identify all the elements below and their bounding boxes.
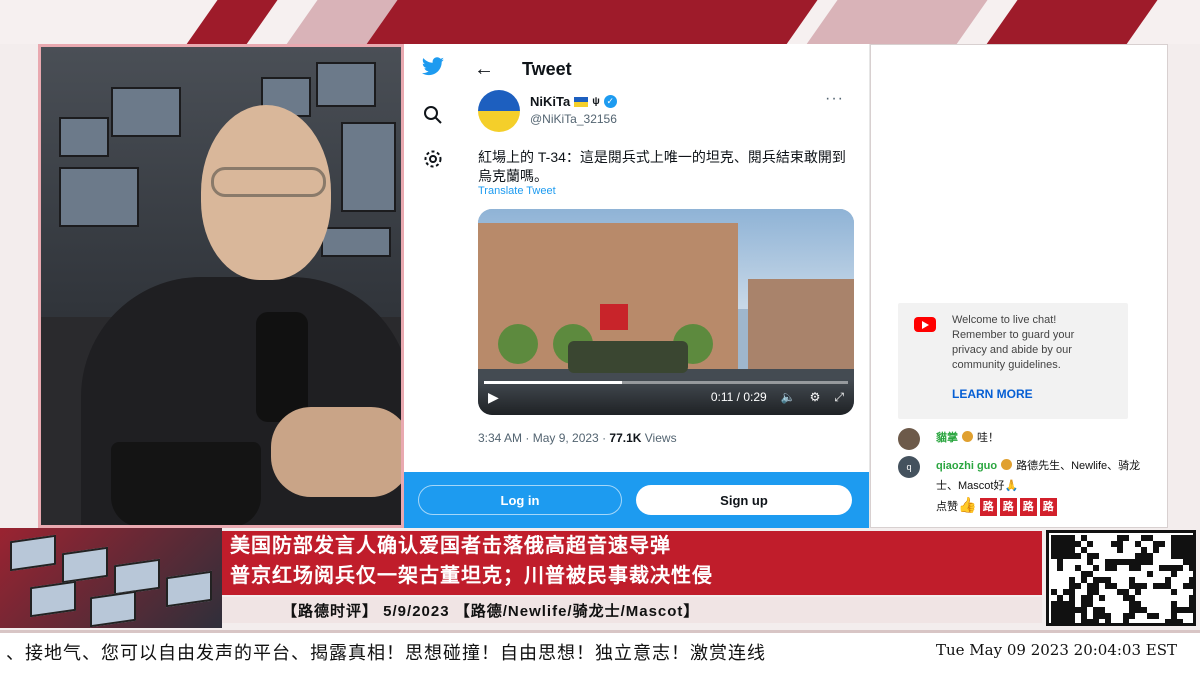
more-icon[interactable]: ··· bbox=[825, 90, 844, 108]
stream-frame: ← Tweet NiKiTa ψ ✓ @NiKiTa_32156 ··· 紅場上… bbox=[0, 0, 1200, 675]
gear-icon[interactable] bbox=[420, 146, 446, 172]
tweet-header: ← Tweet bbox=[474, 54, 572, 84]
studio-graphic bbox=[0, 528, 222, 628]
chat-text: 哇！ bbox=[977, 432, 999, 444]
custom-emoji: 路 bbox=[999, 498, 1017, 516]
tweet-meta: 3:34 AM · May 9, 2023 · 77.1K Views bbox=[478, 431, 677, 445]
volume-icon[interactable]: 🔈 bbox=[781, 390, 796, 404]
custom-emoji: 路 bbox=[1019, 498, 1037, 516]
host-camera-feed bbox=[38, 44, 404, 528]
play-icon[interactable]: ▶ bbox=[488, 389, 499, 406]
learn-more-link[interactable]: LEARN MORE bbox=[952, 387, 1033, 401]
thumbs-up-icon: 👍 bbox=[958, 497, 977, 514]
custom-emoji: 路 bbox=[1039, 498, 1057, 516]
tweet-text: 紅場上的 T-34：這是閱兵式上唯一的坦克、閱兵結束敢開到烏克蘭嗎。 bbox=[478, 149, 846, 184]
back-arrow-icon[interactable]: ← bbox=[474, 58, 494, 81]
login-bar: Log in Sign up bbox=[404, 472, 869, 528]
chat-author[interactable]: 貓掌 bbox=[936, 432, 958, 444]
chat-author[interactable]: qiaozhi guo bbox=[936, 460, 997, 472]
news-headline: 美国防部发言人确认爱国者击落俄高超音速导弹 普京红场阅兵仅一架古董坦克；川普被民… bbox=[222, 531, 1042, 595]
welcome-text: Welcome to live chat! Remember to guard … bbox=[952, 314, 1075, 371]
twitter-sidebar bbox=[404, 44, 462, 528]
author-name: NiKiTa bbox=[530, 94, 571, 109]
page-title: Tweet bbox=[522, 58, 572, 79]
avatar[interactable] bbox=[478, 90, 520, 132]
video-time: 0:11 / 0:29 bbox=[710, 390, 767, 404]
sign-up-button[interactable]: Sign up bbox=[636, 485, 852, 515]
author-handle: @NiKiTa_32156 bbox=[530, 112, 617, 126]
avatar bbox=[898, 428, 920, 450]
live-chat-panel: Welcome to live chat! Remember to guard … bbox=[870, 44, 1168, 528]
chat-text-prefix: 点赞 bbox=[936, 501, 958, 513]
video-controls: ▶ 0:11 / 0:29 🔈 ⚙ ⤢ bbox=[478, 379, 854, 415]
top-decor-band bbox=[0, 0, 1200, 44]
youtube-icon bbox=[914, 317, 936, 332]
chat-message: 貓掌 哇！ bbox=[898, 428, 1148, 450]
news-ticker: 、接地气、您可以自由发声的平台、揭露真相！思想碰撞！自由思想！独立意志！激赏连线… bbox=[0, 630, 1200, 675]
chat-welcome-card: Welcome to live chat! Remember to guard … bbox=[898, 303, 1128, 419]
broadcast-clock: Tue May 09 2023 20:04:03 EST bbox=[936, 641, 1178, 659]
tweet-author[interactable]: NiKiTa ψ ✓ @NiKiTa_32156 ··· bbox=[478, 90, 848, 134]
tweet-video[interactable]: ▶ 0:11 / 0:29 🔈 ⚙ ⤢ bbox=[478, 209, 854, 415]
custom-emoji: 路 bbox=[979, 498, 997, 516]
twitter-bird-icon[interactable] bbox=[420, 54, 446, 80]
search-icon[interactable] bbox=[420, 102, 446, 128]
settings-icon[interactable]: ⚙ bbox=[810, 390, 821, 404]
log-in-button[interactable]: Log in bbox=[418, 485, 622, 515]
pray-icon: 🙏 bbox=[1004, 480, 1019, 492]
member-badge-icon bbox=[1001, 459, 1013, 470]
chat-message: q qiaozhi guo 路德先生、Newlife、骑龙士、Mascot好🙏 点… bbox=[898, 456, 1148, 517]
video-progress-bar[interactable] bbox=[484, 381, 848, 384]
ukraine-flag-icon bbox=[574, 96, 589, 107]
headline-line-1: 美国防部发言人确认爱国者击落俄高超音速导弹 bbox=[230, 535, 671, 557]
headline-line-2: 普京红场阅兵仅一架古董坦克；川普被民事裁决性侵 bbox=[230, 565, 713, 587]
tweet-panel: ← Tweet NiKiTa ψ ✓ @NiKiTa_32156 ··· 紅場上… bbox=[404, 44, 870, 528]
qr-code bbox=[1046, 530, 1196, 626]
translate-tweet-link[interactable]: Translate Tweet bbox=[478, 185, 556, 197]
verified-icon: ✓ bbox=[603, 95, 617, 108]
program-subline: 【路德时评】 5/9/2023 【路德/Newlife/骑龙士/Mascot】 bbox=[222, 597, 1042, 623]
fullscreen-icon[interactable]: ⤢ bbox=[834, 390, 844, 405]
views-count: 77.1K bbox=[609, 431, 642, 445]
member-badge-icon bbox=[962, 431, 973, 442]
trident-icon: ψ bbox=[592, 96, 600, 107]
ticker-text: 、接地气、您可以自由发声的平台、揭露真相！思想碰撞！自由思想！独立意志！激赏连线 bbox=[6, 643, 766, 663]
avatar: q bbox=[898, 456, 920, 478]
